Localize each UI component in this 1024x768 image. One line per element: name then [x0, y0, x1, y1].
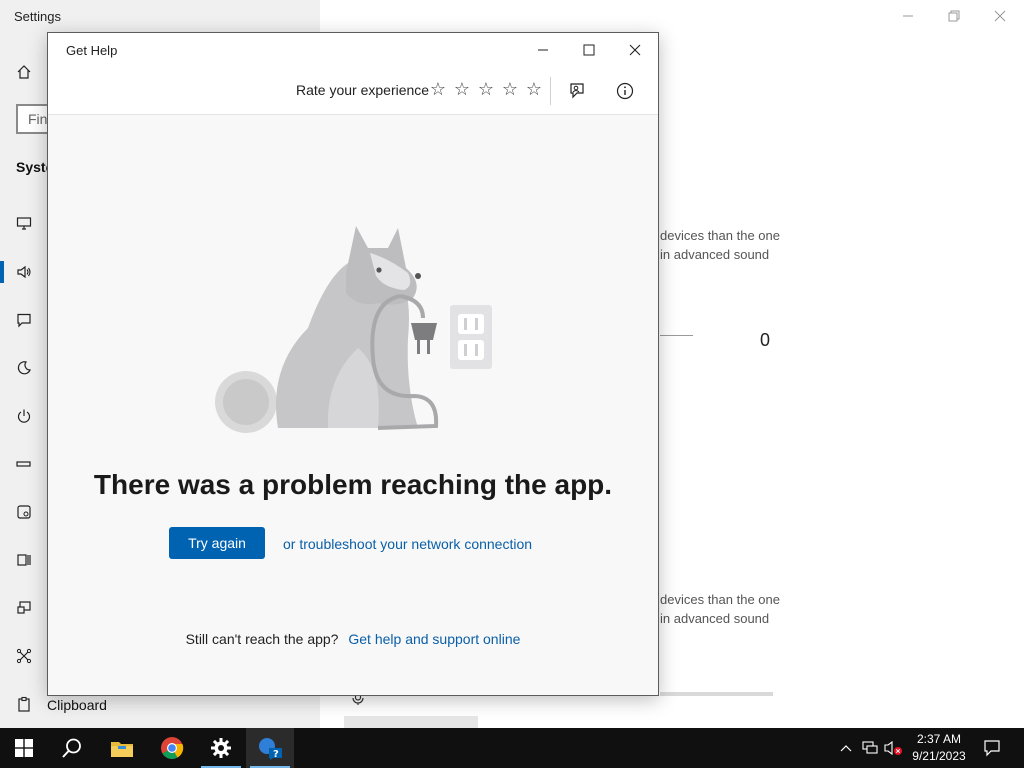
- home-icon[interactable]: [14, 62, 34, 82]
- volume-muted-icon[interactable]: [884, 738, 904, 758]
- network-icon[interactable]: [860, 738, 880, 758]
- settings-description-line: in advanced sound: [660, 611, 770, 626]
- rating-star-1[interactable]: ☆: [428, 79, 448, 99]
- test-button[interactable]: [344, 716, 478, 728]
- multitasking-icon[interactable]: [14, 550, 34, 570]
- settings-title: Settings: [14, 9, 61, 24]
- get-help-online-link[interactable]: Get help and support online: [348, 631, 520, 647]
- get-help-window: Get Help Rate your experience ☆ ☆ ☆ ☆ ☆: [47, 32, 659, 696]
- rate-experience-label: Rate your experience: [296, 82, 430, 98]
- settings-restore-button[interactable]: [934, 4, 974, 28]
- volume-slider[interactable]: [660, 335, 693, 336]
- settings-gear-icon[interactable]: [197, 728, 245, 768]
- rating-star-3[interactable]: ☆: [476, 79, 496, 99]
- error-heading: There was a problem reaching the app.: [93, 469, 613, 500]
- rating-star-4[interactable]: ☆: [500, 79, 520, 99]
- focus-assist-icon[interactable]: [14, 358, 34, 378]
- sound-icon[interactable]: [14, 262, 34, 282]
- display-icon[interactable]: [14, 213, 34, 233]
- sidebar-selection-indicator: [0, 261, 4, 283]
- still-cant-reach-row: Still can't reach the app? Get help and …: [48, 631, 658, 647]
- taskbar: ? 2:37 AM 9/21/2023: [0, 728, 1024, 768]
- settings-close-button[interactable]: [980, 4, 1020, 28]
- battery-icon[interactable]: [14, 454, 34, 474]
- system-clock[interactable]: 2:37 AM 9/21/2023: [906, 731, 972, 765]
- sidebar-item-clipboard[interactable]: Clipboard: [47, 697, 107, 713]
- still-cant-reach-text: Still can't reach the app?: [185, 631, 339, 647]
- input-volume-slider[interactable]: [660, 692, 773, 696]
- file-explorer-icon[interactable]: [98, 728, 146, 768]
- shared-experiences-icon[interactable]: [14, 646, 34, 666]
- get-help-icon[interactable]: ?: [246, 728, 294, 768]
- clipboard-icon[interactable]: [14, 694, 34, 714]
- get-help-close-button[interactable]: [612, 37, 658, 63]
- notifications-icon[interactable]: [14, 310, 34, 330]
- clock-date: 9/21/2023: [912, 749, 966, 763]
- get-help-title: Get Help: [66, 43, 118, 58]
- storage-icon[interactable]: [14, 502, 34, 522]
- power-icon[interactable]: [14, 406, 34, 426]
- troubleshoot-network-link[interactable]: or troubleshoot your network connection: [283, 536, 532, 552]
- svg-text:?: ?: [273, 749, 279, 760]
- get-help-maximize-button[interactable]: [566, 37, 612, 63]
- settings-description-text: devices than the one in advanced sound: [660, 226, 780, 264]
- get-help-titlebar[interactable]: Get Help: [48, 33, 658, 67]
- get-help-toolbar: Rate your experience ☆ ☆ ☆ ☆ ☆: [48, 67, 658, 115]
- settings-minimize-button[interactable]: [888, 4, 928, 28]
- settings-description-line: in advanced sound: [660, 247, 770, 262]
- chrome-icon[interactable]: [148, 728, 196, 768]
- toolbar-divider: [550, 77, 551, 105]
- clock-time: 2:37 AM: [916, 732, 962, 746]
- get-help-minimize-button[interactable]: [520, 37, 566, 63]
- info-icon[interactable]: [610, 77, 640, 105]
- search-icon[interactable]: [48, 728, 96, 768]
- settings-description-text: devices than the one in advanced sound: [660, 590, 780, 628]
- feedback-icon[interactable]: [562, 77, 592, 105]
- action-center-icon[interactable]: [982, 738, 1002, 758]
- windows-start-icon[interactable]: [0, 728, 48, 768]
- rating-star-5[interactable]: ☆: [524, 79, 544, 99]
- projecting-icon[interactable]: [14, 598, 34, 618]
- settings-description-line: devices than the one: [660, 228, 780, 243]
- try-again-button[interactable]: Try again: [169, 527, 265, 559]
- volume-value: 0: [760, 330, 771, 350]
- disconnected-dog-illustration: [208, 218, 508, 433]
- chevron-up-icon[interactable]: [836, 738, 856, 758]
- settings-description-line: devices than the one: [660, 592, 780, 607]
- rating-star-2[interactable]: ☆: [452, 79, 472, 99]
